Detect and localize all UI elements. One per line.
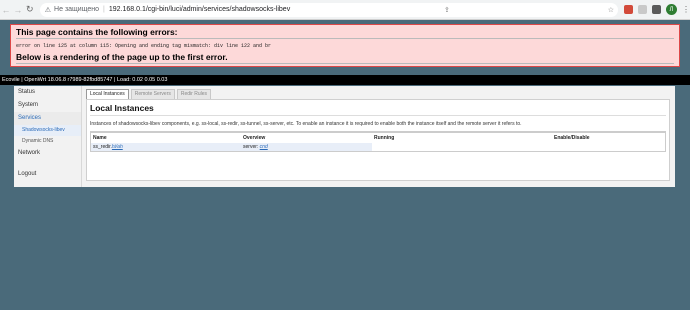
overview-label: server: (243, 144, 259, 150)
column-header-overview: Overview (241, 132, 372, 143)
browser-toolbar: ← → ↻ ⚠ Не защищено | 192.168.0.1/cgi-bi… (0, 0, 690, 20)
instances-panel: Local Instances Instances of shadowsocks… (86, 99, 670, 181)
warning-icon[interactable]: ⚠ (45, 6, 51, 14)
section-title: Local Instances (90, 103, 666, 116)
tab-redir-rules[interactable]: Redir Rules (176, 89, 211, 99)
cell-overview: server: cnd (241, 143, 372, 151)
router-header: Ecovile | OpenWrt 18.06.8 r7989-82fbd857… (0, 75, 690, 85)
sidebar-subitem-dynamic-dns[interactable]: Dynamic DNS (14, 136, 81, 147)
security-label: Не защищено (54, 6, 100, 13)
url-text[interactable]: 192.168.0.1/cgi-bin/luci/admin/services/… (109, 6, 290, 13)
extension-icon[interactable] (624, 5, 633, 14)
tab-local-instances[interactable]: Local Instances (86, 89, 129, 99)
sidebar-subitem-shadowsocks[interactable]: Shadowsocks-libev (14, 125, 81, 136)
extension-icon[interactable] (638, 5, 647, 14)
bookmark-star-icon[interactable]: ☆ (608, 6, 614, 14)
cell-enable (552, 143, 665, 151)
instance-name: ss_redir. (93, 144, 112, 150)
reload-icon[interactable]: ↻ (24, 4, 36, 15)
tab-bar: Local Instances Remote Servers Redir Rul… (86, 89, 670, 99)
extensions-puzzle-icon[interactable] (652, 5, 661, 14)
sidebar: Status System Services Shadowsocks-libev… (14, 86, 82, 187)
error-message: error on line 125 at column 115: Opening… (16, 43, 272, 49)
instances-table: Name Overview Running Enable/Disable ss_… (91, 132, 665, 151)
table-header-row: Name Overview Running Enable/Disable (91, 132, 665, 143)
tab-remote-servers[interactable]: Remote Servers (130, 89, 175, 99)
cell-name: ss_redir.hi/ah (91, 143, 241, 151)
luci-page: Status System Services Shadowsocks-libev… (14, 86, 675, 187)
error-footer: Below is a rendering of the page up to t… (16, 52, 674, 64)
sidebar-item-logout[interactable]: Logout (14, 168, 81, 181)
sidebar-item-network[interactable]: Network (14, 147, 81, 160)
url-separator: | (103, 6, 105, 13)
error-title: This page contains the following errors: (16, 27, 674, 39)
menu-dots-icon[interactable]: ⋮ (682, 5, 690, 14)
xml-error-box: This page contains the following errors:… (10, 24, 680, 67)
sidebar-item-status[interactable]: Status (14, 86, 81, 99)
address-bar[interactable]: ⚠ Не защищено | 192.168.0.1/cgi-bin/luci… (39, 2, 618, 17)
cell-running (372, 143, 552, 151)
column-header-running: Running (372, 132, 552, 143)
instance-name-link[interactable]: hi/ah (112, 144, 123, 150)
table-row: ss_redir.hi/ah server: cnd (91, 143, 665, 151)
main-content: Local Instances Remote Servers Redir Rul… (86, 89, 670, 181)
profile-avatar[interactable]: Л (666, 4, 677, 15)
section-description: Instances of shadowsocks-libev component… (90, 121, 522, 127)
share-icon[interactable]: ⇪ (444, 6, 450, 14)
sidebar-item-services[interactable]: Services (14, 112, 81, 125)
column-header-enable: Enable/Disable (552, 132, 665, 143)
back-icon[interactable]: ← (0, 5, 12, 15)
sidebar-item-system[interactable]: System (14, 99, 81, 112)
instances-table-wrapper: Name Overview Running Enable/Disable ss_… (90, 131, 666, 152)
column-header-name: Name (91, 132, 241, 143)
overview-server-link[interactable]: cnd (260, 144, 268, 150)
forward-icon[interactable]: → (12, 5, 24, 15)
